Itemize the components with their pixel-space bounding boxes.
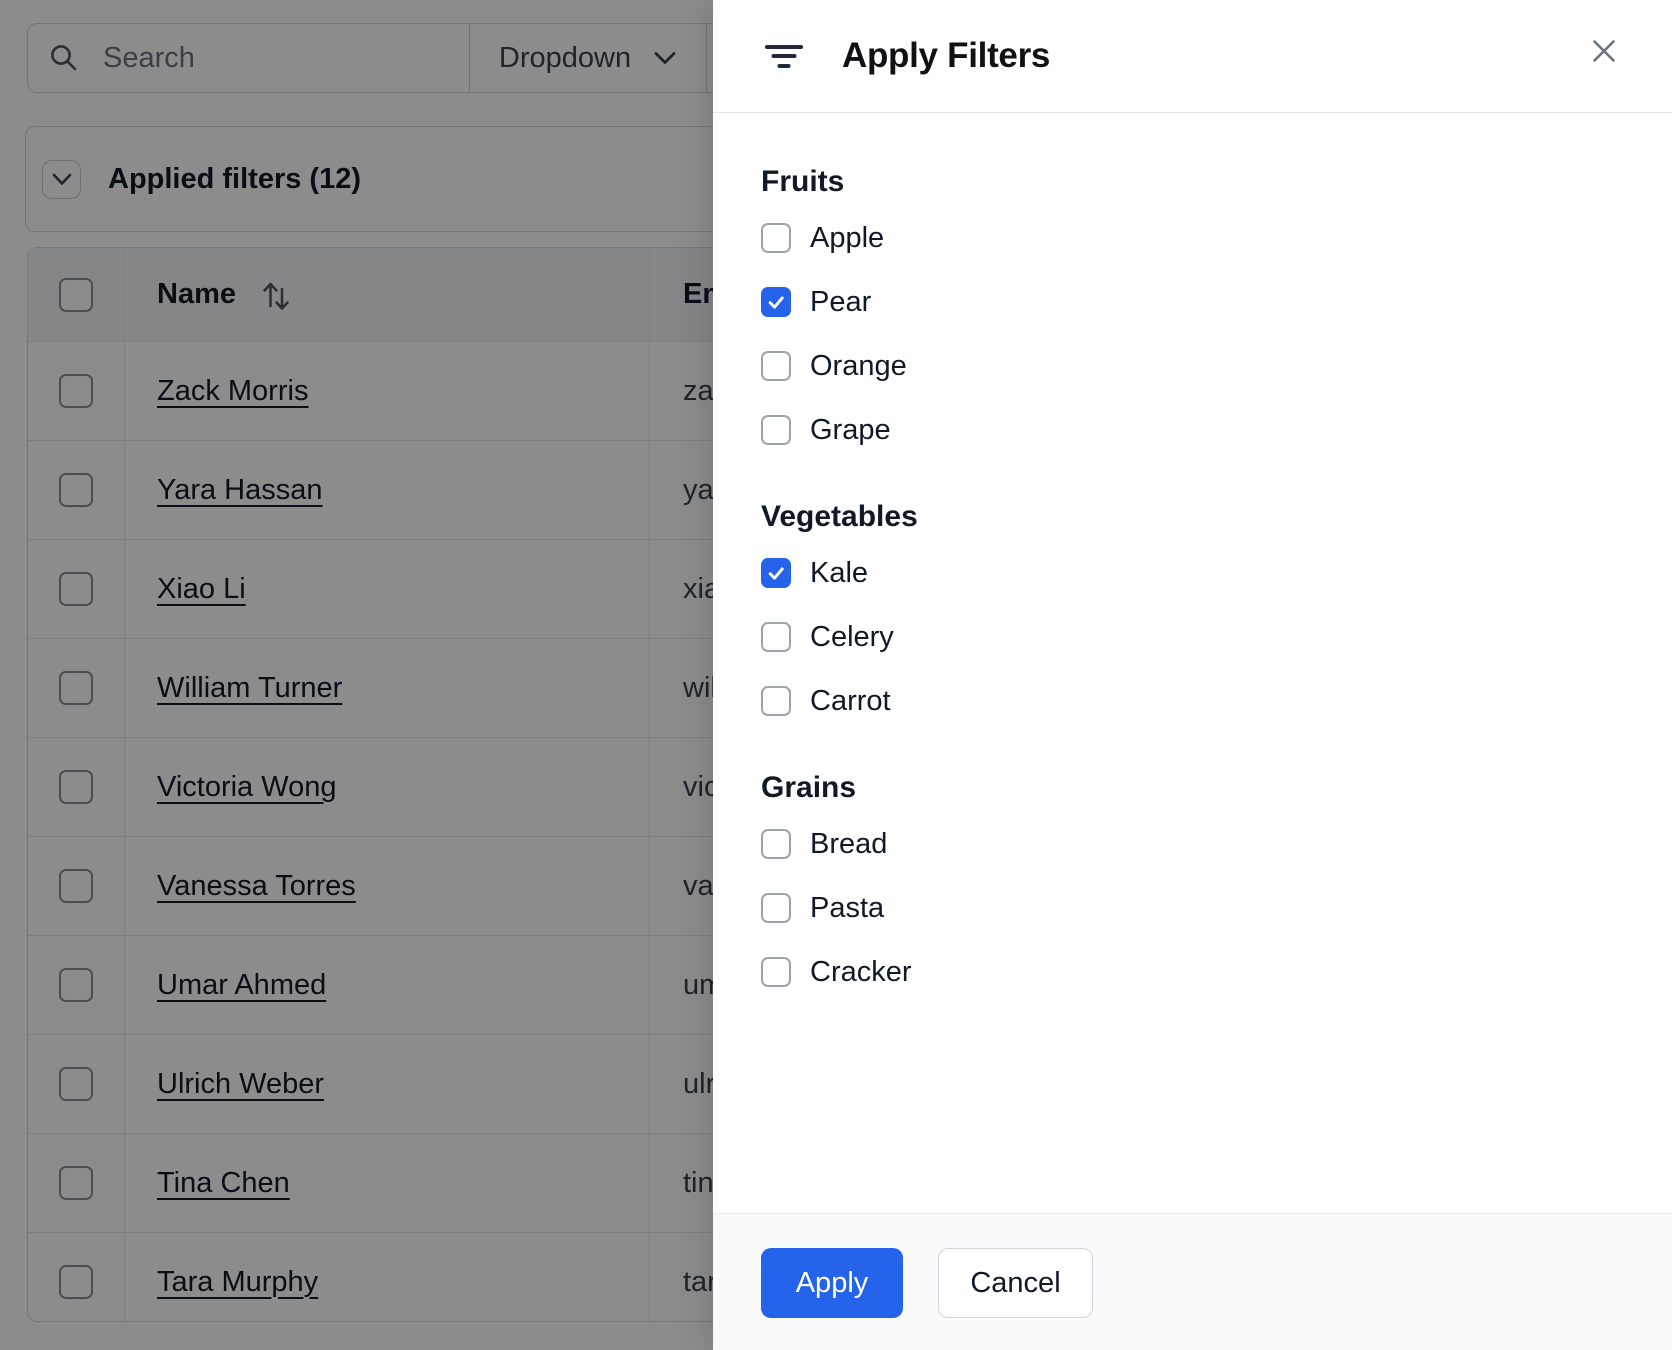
filter-group-grains: Grains Bread Pasta Cracker xyxy=(761,773,1632,1004)
apply-filters-panel: Apply Filters Fruits Apple Pear Orange G… xyxy=(713,0,1672,1350)
checkbox-unchecked[interactable] xyxy=(761,622,791,652)
checkbox-unchecked[interactable] xyxy=(761,351,791,381)
checkbox-unchecked[interactable] xyxy=(761,686,791,716)
filter-group-vegetables: Vegetables Kale Celery Carrot xyxy=(761,502,1632,733)
checkbox-unchecked[interactable] xyxy=(761,415,791,445)
filter-group-title: Grains xyxy=(761,771,857,804)
panel-footer: Apply Cancel xyxy=(713,1213,1672,1350)
filter-option-grape[interactable]: Grape xyxy=(761,398,1632,462)
filter-group-title: Fruits xyxy=(761,165,845,198)
filter-option-pasta[interactable]: Pasta xyxy=(761,876,1632,940)
screen: Dropdown Applied filters (12) xyxy=(0,0,1672,1350)
checkmark-icon xyxy=(768,296,784,309)
filter-option-orange[interactable]: Orange xyxy=(761,334,1632,398)
panel-title: Apply Filters xyxy=(842,36,1051,75)
checkbox-checked[interactable] xyxy=(761,558,791,588)
cancel-button[interactable]: Cancel xyxy=(938,1248,1093,1318)
filter-group-fruits: Fruits Apple Pear Orange Grape xyxy=(761,167,1632,462)
close-icon xyxy=(1593,40,1615,62)
checkbox-unchecked[interactable] xyxy=(761,957,791,987)
filter-group-title: Vegetables xyxy=(761,500,918,533)
filter-option-pear[interactable]: Pear xyxy=(761,270,1632,334)
panel-body: Fruits Apple Pear Orange Grape Vegetable… xyxy=(713,113,1672,1004)
filter-option-bread[interactable]: Bread xyxy=(761,812,1632,876)
filter-option-cracker[interactable]: Cracker xyxy=(761,940,1632,1004)
filter-option-kale[interactable]: Kale xyxy=(761,541,1632,605)
checkbox-unchecked[interactable] xyxy=(761,223,791,253)
close-button[interactable] xyxy=(1580,27,1628,75)
filter-option-apple[interactable]: Apple xyxy=(761,206,1632,270)
filter-option-carrot[interactable]: Carrot xyxy=(761,669,1632,733)
checkbox-unchecked[interactable] xyxy=(761,893,791,923)
filter-option-celery[interactable]: Celery xyxy=(761,605,1632,669)
checkbox-unchecked[interactable] xyxy=(761,829,791,859)
filter-icon xyxy=(765,44,803,68)
apply-button[interactable]: Apply xyxy=(761,1248,903,1318)
checkbox-checked[interactable] xyxy=(761,287,791,317)
panel-header: Apply Filters xyxy=(713,0,1672,113)
checkmark-icon xyxy=(768,567,784,580)
